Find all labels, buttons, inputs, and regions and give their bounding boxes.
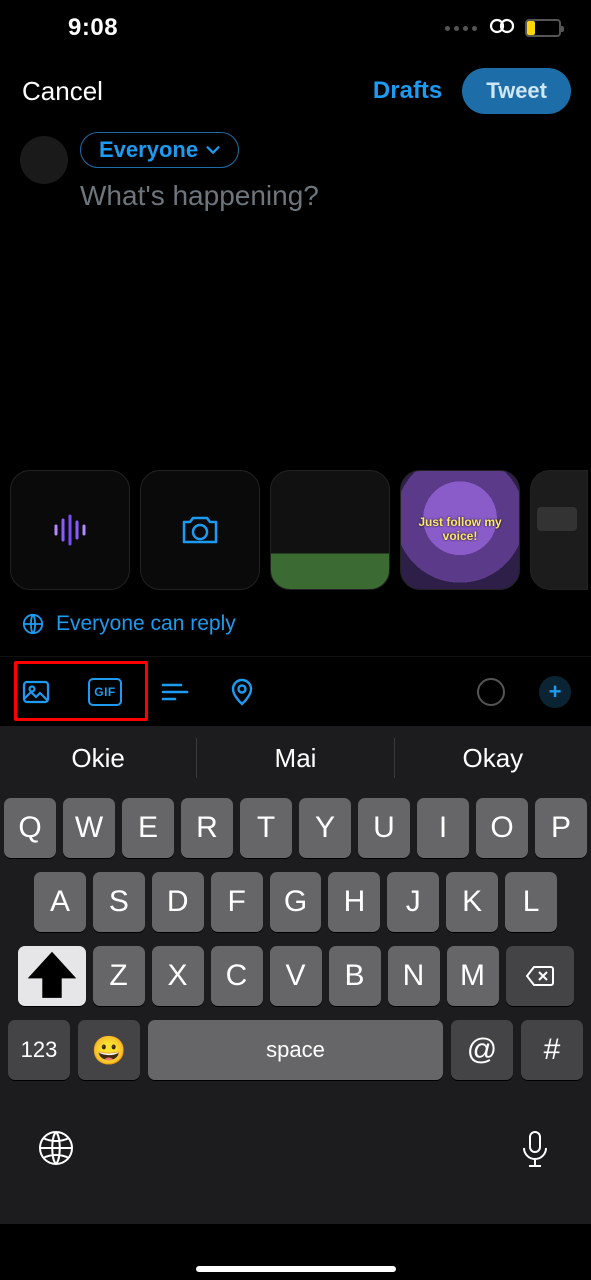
audience-selector[interactable]: Everyone xyxy=(80,132,239,168)
signal-dots-icon xyxy=(445,26,477,31)
media-strip: Just follow my voice! xyxy=(0,470,591,590)
key-q[interactable]: Q xyxy=(4,798,56,858)
key-w[interactable]: W xyxy=(63,798,115,858)
poll-button[interactable] xyxy=(158,676,190,708)
key-numbers[interactable]: 123 xyxy=(8,1020,70,1080)
character-count-ring xyxy=(477,678,505,706)
poll-icon xyxy=(159,677,189,707)
photo-button[interactable] xyxy=(20,676,52,708)
key-s[interactable]: S xyxy=(93,872,145,932)
key-h[interactable]: H xyxy=(328,872,380,932)
suggestion-2[interactable]: Mai xyxy=(196,738,393,778)
recent-photo-2-caption: Just follow my voice! xyxy=(401,515,519,543)
voice-tweet-button[interactable] xyxy=(10,470,130,590)
key-p[interactable]: P xyxy=(535,798,587,858)
key-g[interactable]: G xyxy=(270,872,322,932)
key-space[interactable]: space xyxy=(148,1020,443,1080)
key-c[interactable]: C xyxy=(211,946,263,1006)
compose-nav-bar: Cancel Drafts Tweet xyxy=(0,56,591,126)
suggestion-3[interactable]: Okay xyxy=(394,738,591,778)
recent-photo-3[interactable] xyxy=(530,470,588,590)
audio-wave-icon xyxy=(48,508,92,552)
status-bar: 9:08 xyxy=(0,0,591,56)
location-icon xyxy=(227,677,257,707)
cancel-button[interactable]: Cancel xyxy=(22,76,103,107)
key-a[interactable]: A xyxy=(34,872,86,932)
status-icons xyxy=(445,16,561,41)
compose-toolbar: GIF + xyxy=(0,656,591,726)
battery-icon xyxy=(525,19,561,37)
avatar[interactable] xyxy=(20,136,68,184)
key-at[interactable]: @ xyxy=(451,1020,513,1080)
keyboard: Okie Mai Okay Q W E R T Y U I O P A S D … xyxy=(0,726,591,1224)
gif-button[interactable]: GIF xyxy=(88,678,122,706)
reply-settings-button[interactable]: Everyone can reply xyxy=(0,590,591,656)
key-j[interactable]: J xyxy=(387,872,439,932)
key-m[interactable]: M xyxy=(447,946,499,1006)
key-t[interactable]: T xyxy=(240,798,292,858)
key-k[interactable]: K xyxy=(446,872,498,932)
key-emoji[interactable]: 😀 xyxy=(78,1020,140,1080)
key-hash[interactable]: # xyxy=(521,1020,583,1080)
recent-photo-1[interactable] xyxy=(270,470,390,590)
key-v[interactable]: V xyxy=(270,946,322,1006)
key-r[interactable]: R xyxy=(181,798,233,858)
suggestion-row: Okie Mai Okay xyxy=(0,726,591,790)
keyboard-dictate-button[interactable] xyxy=(515,1128,555,1173)
keyboard-globe-button[interactable] xyxy=(36,1128,76,1173)
key-l[interactable]: L xyxy=(505,872,557,932)
location-button[interactable] xyxy=(226,676,258,708)
key-d[interactable]: D xyxy=(152,872,204,932)
home-indicator[interactable] xyxy=(196,1266,396,1272)
key-i[interactable]: I xyxy=(417,798,469,858)
tweet-button[interactable]: Tweet xyxy=(462,68,571,114)
key-b[interactable]: B xyxy=(329,946,381,1006)
drafts-button[interactable]: Drafts xyxy=(373,77,442,105)
reply-settings-label: Everyone can reply xyxy=(56,612,236,636)
status-time: 9:08 xyxy=(68,14,118,42)
key-z[interactable]: Z xyxy=(93,946,145,1006)
globe-icon xyxy=(36,1128,76,1168)
camera-icon xyxy=(178,508,222,552)
chevron-down-icon xyxy=(204,141,222,159)
key-shift[interactable] xyxy=(18,946,86,1006)
key-o[interactable]: O xyxy=(476,798,528,858)
key-x[interactable]: X xyxy=(152,946,204,1006)
key-f[interactable]: F xyxy=(211,872,263,932)
compose-input[interactable]: What's happening? xyxy=(80,180,571,212)
add-thread-button[interactable]: + xyxy=(539,676,571,708)
suggestion-1[interactable]: Okie xyxy=(0,743,196,774)
key-y[interactable]: Y xyxy=(299,798,351,858)
personal-hotspot-icon xyxy=(487,16,517,41)
shift-icon xyxy=(18,942,86,1010)
key-e[interactable]: E xyxy=(122,798,174,858)
key-delete[interactable] xyxy=(506,946,574,1006)
camera-button[interactable] xyxy=(140,470,260,590)
backspace-icon xyxy=(525,964,555,988)
globe-icon xyxy=(22,613,44,635)
key-u[interactable]: U xyxy=(358,798,410,858)
image-icon xyxy=(21,677,51,707)
recent-photo-2[interactable]: Just follow my voice! xyxy=(400,470,520,590)
microphone-icon xyxy=(515,1128,555,1168)
key-n[interactable]: N xyxy=(388,946,440,1006)
audience-label: Everyone xyxy=(99,137,198,163)
emoji-icon: 😀 xyxy=(92,1034,127,1067)
composer: Everyone What's happening? xyxy=(0,126,591,212)
